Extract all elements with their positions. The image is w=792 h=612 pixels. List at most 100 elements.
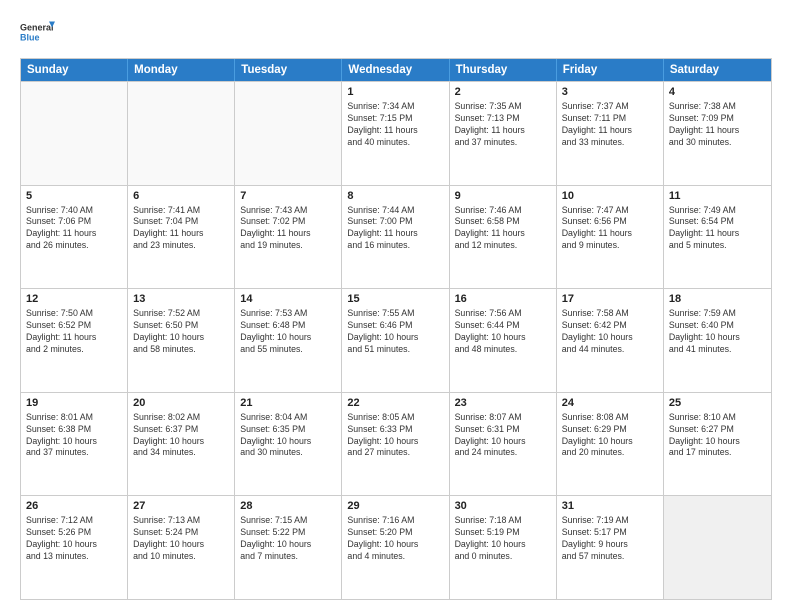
- header-cell-sunday: Sunday: [21, 59, 128, 81]
- day-cell-4: 4 Sunrise: 7:38 AM Sunset: 7:09 PM Daylig…: [664, 82, 771, 185]
- day-cell-15: 15Sunrise: 7:55 AM Sunset: 6:46 PM Dayli…: [342, 289, 449, 392]
- day-number-30: 30: [455, 500, 551, 512]
- day-number-21: 21: [240, 397, 336, 409]
- day-cell-26: 26Sunrise: 7:12 AM Sunset: 5:26 PM Dayli…: [21, 496, 128, 599]
- day-cell-24: 24Sunrise: 8:08 AM Sunset: 6:29 PM Dayli…: [557, 393, 664, 496]
- day-number-20: 20: [133, 397, 229, 409]
- day-info-30: Sunrise: 7:18 AM Sunset: 5:19 PM Dayligh…: [455, 515, 551, 563]
- day-cell-18: 18 Sunrise: 7:59 AM Sunset: 6:40 PM Dayli…: [664, 289, 771, 392]
- day-number-3: 3: [562, 86, 658, 98]
- day-cell-27: 27 Sunrise: 7:13 AM Sunset: 5:24 PM Dayli…: [128, 496, 235, 599]
- day-number-9: 9: [455, 190, 551, 202]
- day-number-6: 6: [133, 190, 229, 202]
- day-number-2: 2: [455, 86, 551, 98]
- empty-cell-w0-0: [21, 82, 128, 185]
- day-number-5: 5: [26, 190, 122, 202]
- day-number-16: 16: [455, 293, 551, 305]
- logo: General Blue: [20, 18, 56, 48]
- day-number-27: 27: [133, 500, 229, 512]
- day-number-24: 24: [562, 397, 658, 409]
- day-info-7: Sunrise: 7:43 AM Sunset: 7:02 PM Dayligh…: [240, 205, 336, 253]
- empty-cell-w0-1: [128, 82, 235, 185]
- day-info-29: Sunrise: 7:16 AM Sunset: 5:20 PM Dayligh…: [347, 515, 443, 563]
- week-row-3: 12Sunrise: 7:50 AM Sunset: 6:52 PM Dayli…: [21, 288, 771, 392]
- header-cell-saturday: Saturday: [664, 59, 771, 81]
- day-cell-9: 9 Sunrise: 7:46 AM Sunset: 6:58 PM Daylig…: [450, 186, 557, 289]
- day-cell-8: 8 Sunrise: 7:44 AM Sunset: 7:00 PM Daylig…: [342, 186, 449, 289]
- day-cell-22: 22Sunrise: 8:05 AM Sunset: 6:33 PM Dayli…: [342, 393, 449, 496]
- day-number-17: 17: [562, 293, 658, 305]
- day-info-20: Sunrise: 8:02 AM Sunset: 6:37 PM Dayligh…: [133, 412, 229, 460]
- empty-cell-w4-6: [664, 496, 771, 599]
- week-row-4: 19Sunrise: 8:01 AM Sunset: 6:38 PM Dayli…: [21, 392, 771, 496]
- day-info-11: Sunrise: 7:49 AM Sunset: 6:54 PM Dayligh…: [669, 205, 766, 253]
- day-cell-16: 16 Sunrise: 7:56 AM Sunset: 6:44 PM Dayli…: [450, 289, 557, 392]
- day-info-5: Sunrise: 7:40 AM Sunset: 7:06 PM Dayligh…: [26, 205, 122, 253]
- day-cell-29: 29 Sunrise: 7:16 AM Sunset: 5:20 PM Dayli…: [342, 496, 449, 599]
- day-cell-1: 1 Sunrise: 7:34 AM Sunset: 7:15 PM Daylig…: [342, 82, 449, 185]
- day-cell-14: 14Sunrise: 7:53 AM Sunset: 6:48 PM Dayli…: [235, 289, 342, 392]
- day-info-31: Sunrise: 7:19 AM Sunset: 5:17 PM Dayligh…: [562, 515, 658, 563]
- logo-svg: General Blue: [20, 18, 56, 48]
- header-cell-monday: Monday: [128, 59, 235, 81]
- header-cell-wednesday: Wednesday: [342, 59, 449, 81]
- calendar-body: 1 Sunrise: 7:34 AM Sunset: 7:15 PM Daylig…: [21, 81, 771, 599]
- day-info-2: Sunrise: 7:35 AM Sunset: 7:13 PM Dayligh…: [455, 101, 551, 149]
- day-cell-28: 28 Sunrise: 7:15 AM Sunset: 5:22 PM Dayli…: [235, 496, 342, 599]
- day-cell-7: 7 Sunrise: 7:43 AM Sunset: 7:02 PM Daylig…: [235, 186, 342, 289]
- day-cell-19: 19Sunrise: 8:01 AM Sunset: 6:38 PM Dayli…: [21, 393, 128, 496]
- day-info-19: Sunrise: 8:01 AM Sunset: 6:38 PM Dayligh…: [26, 412, 122, 460]
- day-number-14: 14: [240, 293, 336, 305]
- day-number-11: 11: [669, 190, 766, 202]
- day-cell-5: 5 Sunrise: 7:40 AM Sunset: 7:06 PM Daylig…: [21, 186, 128, 289]
- day-info-17: Sunrise: 7:58 AM Sunset: 6:42 PM Dayligh…: [562, 308, 658, 356]
- calendar: SundayMondayTuesdayWednesdayThursdayFrid…: [20, 58, 772, 600]
- day-cell-11: 11 Sunrise: 7:49 AM Sunset: 6:54 PM Dayli…: [664, 186, 771, 289]
- day-number-8: 8: [347, 190, 443, 202]
- day-info-18: Sunrise: 7:59 AM Sunset: 6:40 PM Dayligh…: [669, 308, 766, 356]
- day-info-9: Sunrise: 7:46 AM Sunset: 6:58 PM Dayligh…: [455, 205, 551, 253]
- week-row-2: 5 Sunrise: 7:40 AM Sunset: 7:06 PM Daylig…: [21, 185, 771, 289]
- day-cell-10: 10Sunrise: 7:47 AM Sunset: 6:56 PM Dayli…: [557, 186, 664, 289]
- day-info-28: Sunrise: 7:15 AM Sunset: 5:22 PM Dayligh…: [240, 515, 336, 563]
- day-cell-12: 12Sunrise: 7:50 AM Sunset: 6:52 PM Dayli…: [21, 289, 128, 392]
- day-cell-20: 20 Sunrise: 8:02 AM Sunset: 6:37 PM Dayli…: [128, 393, 235, 496]
- day-number-10: 10: [562, 190, 658, 202]
- day-info-6: Sunrise: 7:41 AM Sunset: 7:04 PM Dayligh…: [133, 205, 229, 253]
- day-cell-23: 23Sunrise: 8:07 AM Sunset: 6:31 PM Dayli…: [450, 393, 557, 496]
- day-number-22: 22: [347, 397, 443, 409]
- day-info-16: Sunrise: 7:56 AM Sunset: 6:44 PM Dayligh…: [455, 308, 551, 356]
- day-cell-21: 21 Sunrise: 8:04 AM Sunset: 6:35 PM Dayli…: [235, 393, 342, 496]
- day-info-4: Sunrise: 7:38 AM Sunset: 7:09 PM Dayligh…: [669, 101, 766, 149]
- week-row-5: 26Sunrise: 7:12 AM Sunset: 5:26 PM Dayli…: [21, 495, 771, 599]
- day-number-25: 25: [669, 397, 766, 409]
- day-number-29: 29: [347, 500, 443, 512]
- day-info-12: Sunrise: 7:50 AM Sunset: 6:52 PM Dayligh…: [26, 308, 122, 356]
- day-info-1: Sunrise: 7:34 AM Sunset: 7:15 PM Dayligh…: [347, 101, 443, 149]
- day-number-1: 1: [347, 86, 443, 98]
- day-number-28: 28: [240, 500, 336, 512]
- day-cell-2: 2 Sunrise: 7:35 AM Sunset: 7:13 PM Daylig…: [450, 82, 557, 185]
- calendar-header-row: SundayMondayTuesdayWednesdayThursdayFrid…: [21, 59, 771, 81]
- day-cell-31: 31 Sunrise: 7:19 AM Sunset: 5:17 PM Dayli…: [557, 496, 664, 599]
- day-cell-6: 6 Sunrise: 7:41 AM Sunset: 7:04 PM Daylig…: [128, 186, 235, 289]
- day-number-18: 18: [669, 293, 766, 305]
- day-cell-3: 3Sunrise: 7:37 AM Sunset: 7:11 PM Daylig…: [557, 82, 664, 185]
- day-cell-13: 13Sunrise: 7:52 AM Sunset: 6:50 PM Dayli…: [128, 289, 235, 392]
- header: General Blue: [20, 18, 772, 48]
- day-info-27: Sunrise: 7:13 AM Sunset: 5:24 PM Dayligh…: [133, 515, 229, 563]
- page: General Blue SundayMondayTuesdayWednesda…: [0, 0, 792, 612]
- day-number-4: 4: [669, 86, 766, 98]
- day-info-8: Sunrise: 7:44 AM Sunset: 7:00 PM Dayligh…: [347, 205, 443, 253]
- day-cell-30: 30 Sunrise: 7:18 AM Sunset: 5:19 PM Dayli…: [450, 496, 557, 599]
- day-info-26: Sunrise: 7:12 AM Sunset: 5:26 PM Dayligh…: [26, 515, 122, 563]
- day-info-21: Sunrise: 8:04 AM Sunset: 6:35 PM Dayligh…: [240, 412, 336, 460]
- header-cell-tuesday: Tuesday: [235, 59, 342, 81]
- header-cell-thursday: Thursday: [450, 59, 557, 81]
- svg-text:General: General: [20, 23, 54, 33]
- day-number-7: 7: [240, 190, 336, 202]
- week-row-1: 1 Sunrise: 7:34 AM Sunset: 7:15 PM Daylig…: [21, 81, 771, 185]
- header-cell-friday: Friday: [557, 59, 664, 81]
- day-number-31: 31: [562, 500, 658, 512]
- day-cell-17: 17 Sunrise: 7:58 AM Sunset: 6:42 PM Dayli…: [557, 289, 664, 392]
